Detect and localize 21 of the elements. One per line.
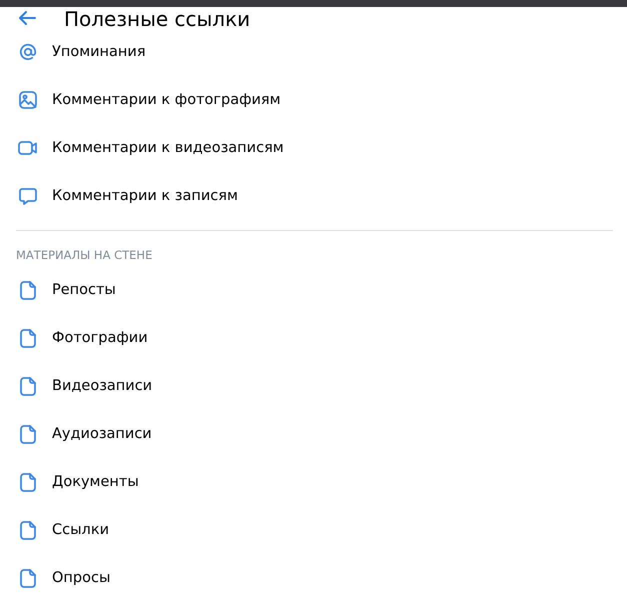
menu-item[interactable]: Фотографии xyxy=(0,314,627,362)
menu-item[interactable]: Репосты xyxy=(0,266,627,314)
document-icon xyxy=(17,567,39,589)
menu-item[interactable]: Комментарии к записям xyxy=(0,172,627,220)
document-icon xyxy=(17,327,39,349)
document-icon xyxy=(17,423,39,445)
menu-item[interactable]: Ссылки xyxy=(0,506,627,554)
menu-item[interactable]: Аудиозаписи xyxy=(0,410,627,458)
document-icon xyxy=(17,519,39,541)
at-icon xyxy=(17,41,39,63)
menu-item[interactable]: Комментарии к фотографиям xyxy=(0,76,627,124)
menu-item[interactable]: Комментарии к видеозаписям xyxy=(0,124,627,172)
section-title: МАТЕРИАЛЫ НА СТЕНЕ xyxy=(15,247,154,264)
menu-item[interactable]: Документы xyxy=(0,458,627,506)
image-icon xyxy=(17,89,39,111)
speech-bubble-icon xyxy=(17,185,39,207)
document-icon xyxy=(17,375,39,397)
menu-item[interactable]: Видеозаписи xyxy=(0,362,627,410)
menu-item[interactable]: Опросы xyxy=(0,554,627,602)
document-icon xyxy=(17,279,39,301)
document-icon xyxy=(17,471,39,493)
